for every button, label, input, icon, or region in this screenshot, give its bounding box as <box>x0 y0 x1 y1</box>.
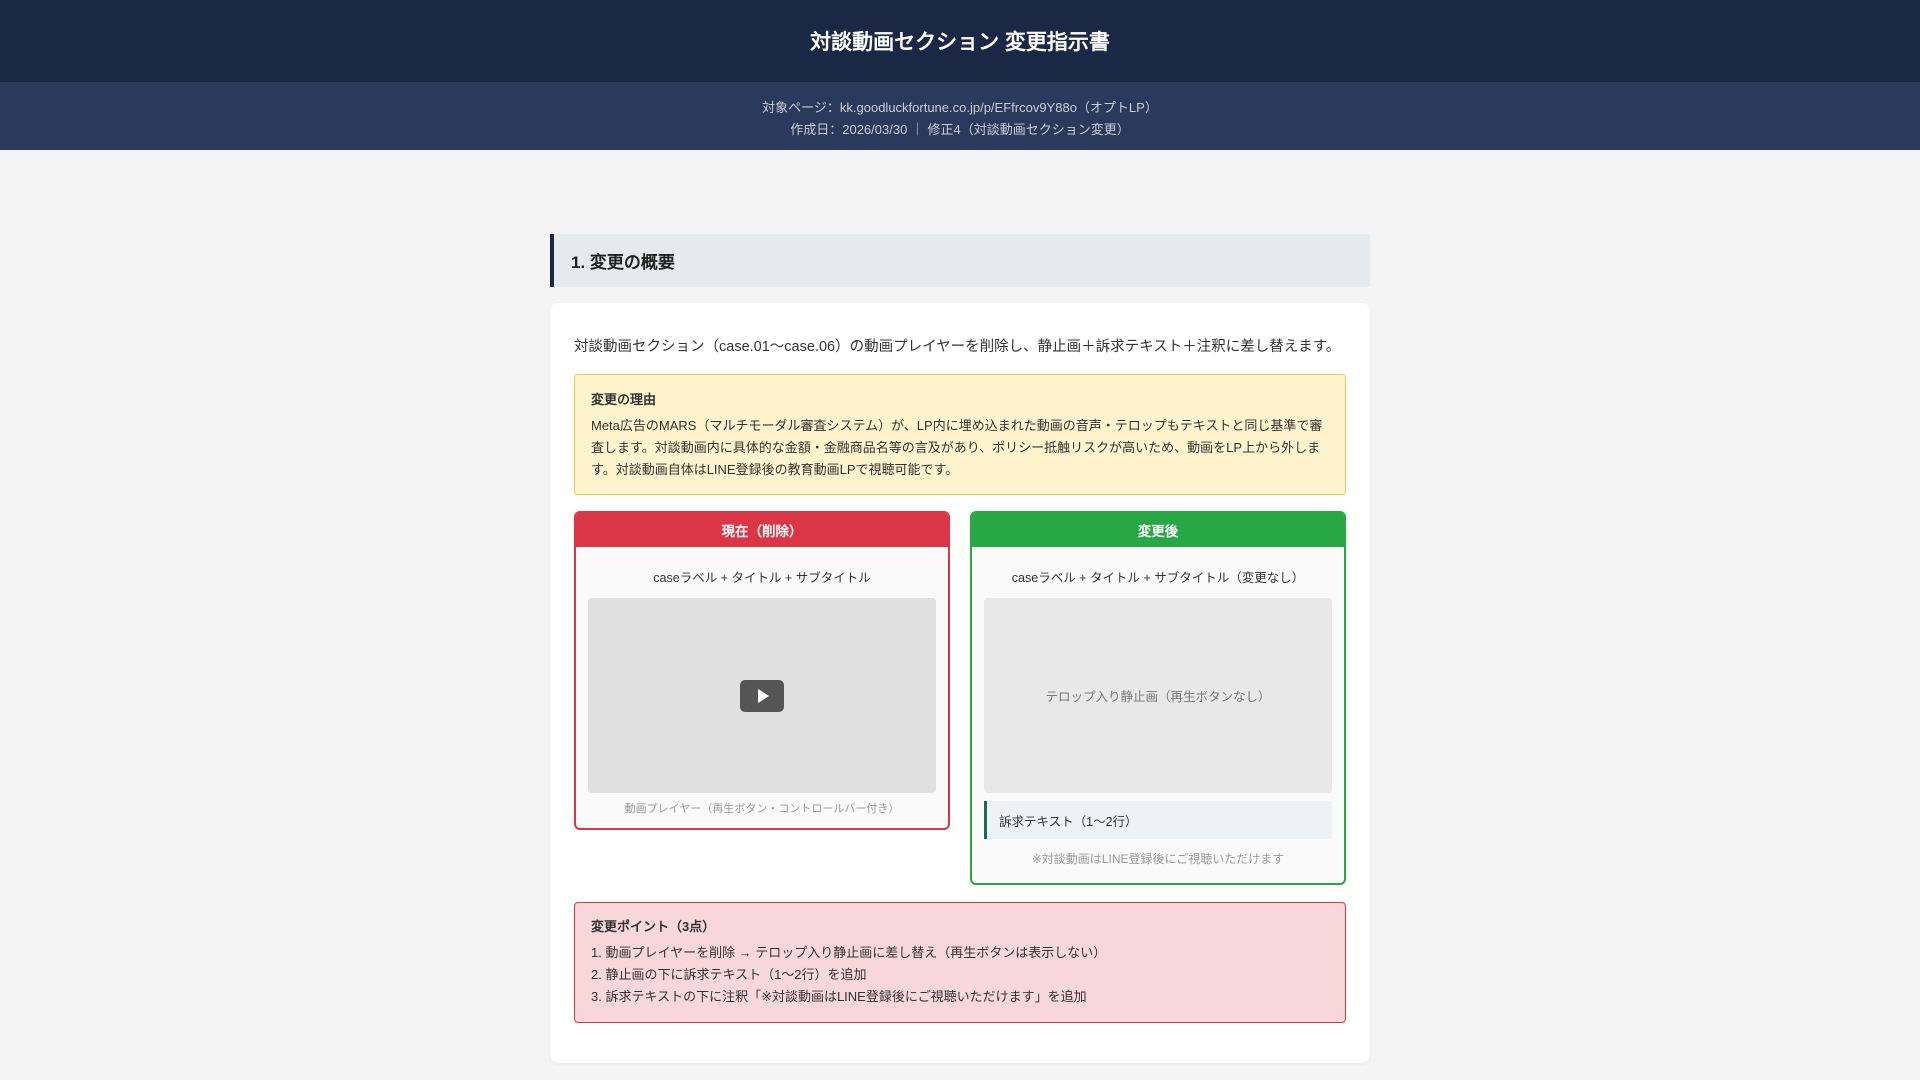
point-item: 2. 静止画の下に訴求テキスト（1〜2行）を追加 <box>591 967 867 982</box>
before-caption: 動画プレイヤー（再生ボタン・コントロールバー付き） <box>624 803 900 815</box>
page-header: 対談動画セクション 変更指示書 <box>0 0 1920 82</box>
intro-text: 対談動画セクション（case.01〜case.06）の動画プレイヤーを削除し、静… <box>574 339 1341 355</box>
reason-title: 変更の理由 <box>591 392 657 407</box>
after-header: 変更後 <box>972 513 1344 547</box>
created-date: 作成日：2026/03/30 ｜ 修正4（対談動画セクション変更） <box>790 122 1130 137</box>
after-label: caseラベル + タイトル + サブタイトル（変更なし） <box>1011 571 1305 585</box>
points-title: 変更ポイント（3点） <box>591 919 716 934</box>
still-image-mock: テロップ入り静止画（再生ボタンなし） <box>984 598 1332 793</box>
video-player-mock <box>588 598 936 793</box>
page-meta: 対象ページ：kk.goodluckfortune.co.jp/p/EFfrcov… <box>0 82 1920 150</box>
before-header: 現在（削除） <box>576 513 948 547</box>
change-points-box: 変更ポイント（3点） 1. 動画プレイヤーを削除 → テロップ入り静止画に差し替… <box>574 902 1346 1023</box>
before-panel: 現在（削除） caseラベル + タイトル + サブタイトル 動画プレイヤー（再… <box>574 511 950 830</box>
appeal-text: 訴求テキスト（1〜2行） <box>984 801 1332 839</box>
point-item: 1. 動画プレイヤーを削除 → テロップ入り静止画に差し替え（再生ボタンは表示し… <box>591 945 1107 960</box>
section-heading: 1. 変更の概要 <box>550 234 1370 287</box>
content: 1. 変更の概要 対談動画セクション（case.01〜case.06）の動画プレ… <box>550 234 1370 1063</box>
reason-body: Meta広告のMARS（マルチモーダル審査システム）が、LP内に埋め込まれた動画… <box>591 418 1323 477</box>
reason-box: 変更の理由 Meta広告のMARS（マルチモーダル審査システム）が、LP内に埋め… <box>574 374 1346 495</box>
point-item: 3. 訴求テキストの下に注釈「※対談動画はLINE登録後にご視聴いただけます」を… <box>591 989 1087 1004</box>
after-panel: 変更後 caseラベル + タイトル + サブタイトル（変更なし） テロップ入り… <box>970 511 1346 885</box>
after-note: ※対談動画はLINE登録後にご視聴いただけます <box>1031 852 1285 866</box>
page-title: 対談動画セクション 変更指示書 <box>810 31 1110 54</box>
before-label: caseラベル + タイトル + サブタイトル <box>653 571 871 585</box>
target-page: 対象ページ：kk.goodluckfortune.co.jp/p/EFfrcov… <box>762 100 1158 115</box>
overview-card: 対談動画セクション（case.01〜case.06）の動画プレイヤーを削除し、静… <box>550 303 1370 1063</box>
play-icon <box>740 679 784 712</box>
